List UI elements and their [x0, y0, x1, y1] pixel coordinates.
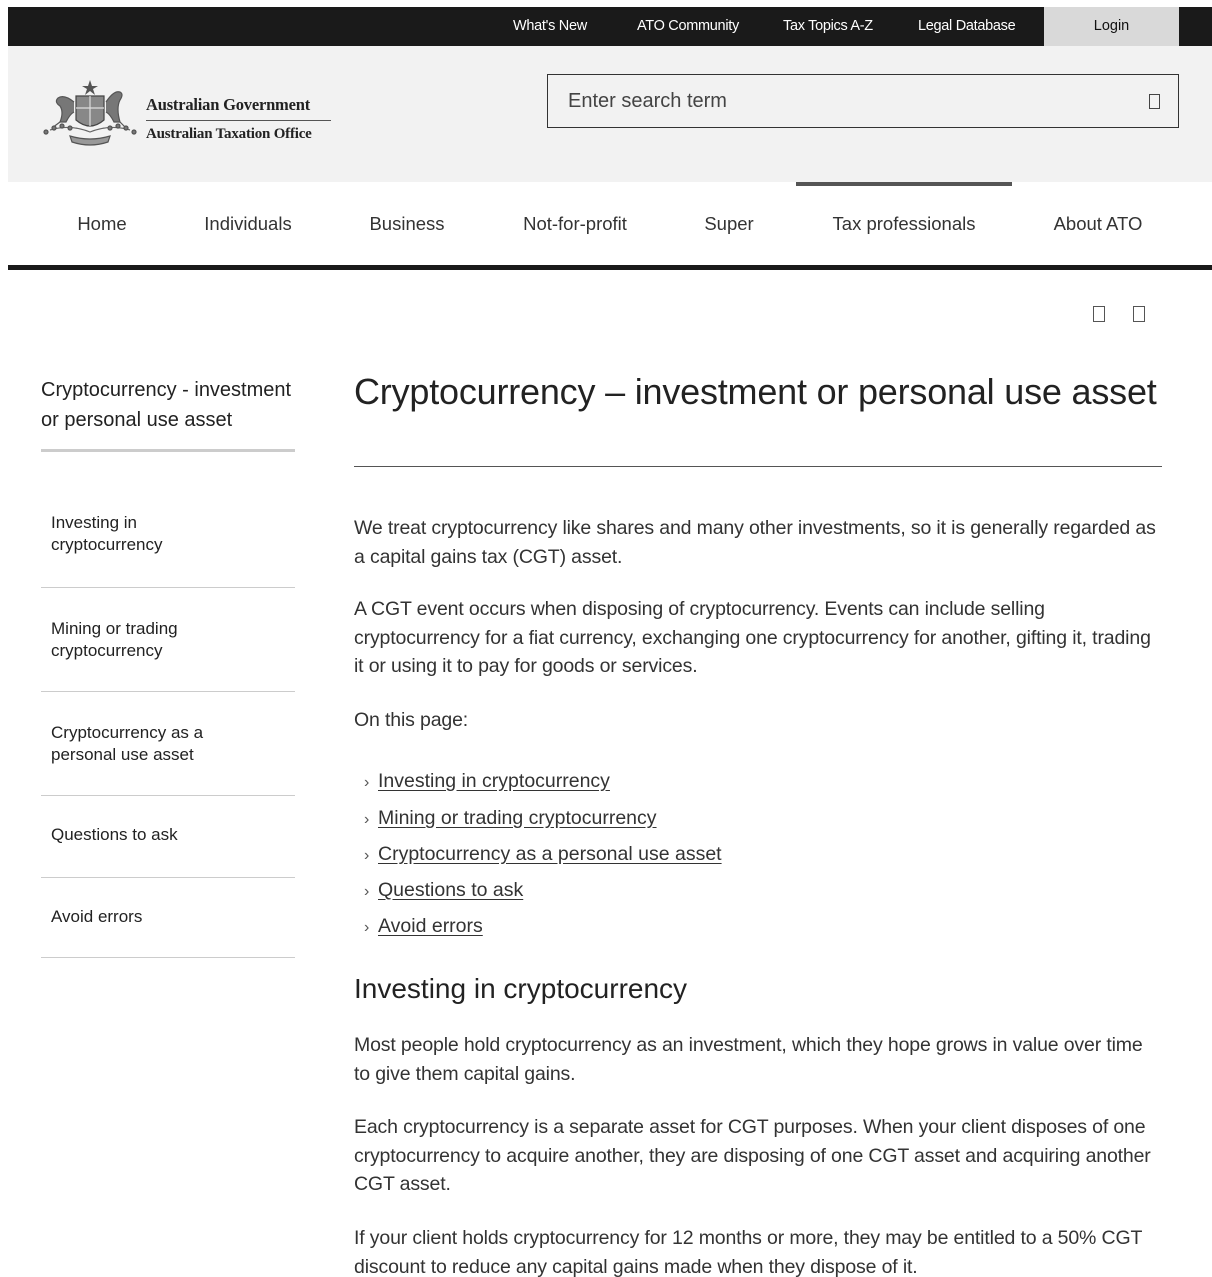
- toc-link-avoid-errors[interactable]: Avoid errors: [378, 915, 483, 937]
- nav-business[interactable]: Business: [350, 182, 464, 266]
- intro-paragraph-2: A CGT event occurs when disposing of cry…: [354, 598, 1151, 677]
- side-nav-item-label: Investing in cryptocurrency: [51, 513, 163, 554]
- nav-about-ato[interactable]: About ATO: [1036, 182, 1160, 266]
- toc-item: › Investing in cryptocurrency: [354, 766, 610, 796]
- section-paragraph-3: If your client holds cryptocurrency for …: [354, 1227, 1142, 1277]
- utility-bar: What's New ATO Community Tax Topics A-Z …: [8, 7, 1212, 46]
- toc-item: › Questions to ask: [354, 875, 523, 905]
- side-nav-item-questions[interactable]: Questions to ask: [41, 796, 295, 878]
- chevron-right-icon: ›: [364, 774, 370, 791]
- toc-link-mining[interactable]: Mining or trading cryptocurrency: [378, 807, 657, 829]
- nav-individuals[interactable]: Individuals: [186, 182, 310, 266]
- top-strip: [0, 0, 1212, 7]
- side-nav-title[interactable]: Cryptocurrency - investment or personal …: [41, 375, 295, 452]
- side-nav-item-label: Cryptocurrency as a personal use asset: [51, 723, 204, 764]
- title-divider: [354, 466, 1162, 467]
- page-title: Cryptocurrency – investment or personal …: [354, 371, 1157, 412]
- chevron-right-icon: ›: [364, 811, 370, 828]
- login-button[interactable]: Login: [1044, 7, 1179, 46]
- toc-item: › Avoid errors: [354, 911, 483, 941]
- section-paragraph-1: Most people hold cryptocurrency as an in…: [354, 1034, 1143, 1085]
- tax-topics-link[interactable]: Tax Topics A-Z: [783, 7, 873, 46]
- side-nav-item-label: Avoid errors: [51, 907, 143, 926]
- toc-link-personal-use[interactable]: Cryptocurrency as a personal use asset: [378, 843, 722, 865]
- search-input[interactable]: [568, 75, 1128, 127]
- logo-divider: [146, 120, 331, 121]
- nav-tax-professionals[interactable]: Tax professionals: [796, 182, 1012, 266]
- agency-name: Australian Taxation Office: [146, 126, 312, 142]
- chevron-right-icon: ›: [364, 919, 370, 936]
- side-nav-item-avoid-errors[interactable]: Avoid errors: [41, 878, 295, 958]
- side-nav-item-investing[interactable]: Investing in cryptocurrency: [41, 482, 295, 588]
- toc-link-investing[interactable]: Investing in cryptocurrency: [378, 770, 610, 792]
- ato-community-link[interactable]: ATO Community: [637, 7, 739, 46]
- ato-logo[interactable]: Australian Government Australian Taxatio…: [40, 76, 340, 156]
- side-nav-item-personal-use[interactable]: Cryptocurrency as a personal use asset: [41, 692, 295, 796]
- intro-paragraph-1: We treat cryptocurrency like shares and …: [354, 517, 1156, 568]
- whats-new-link[interactable]: What's New: [513, 7, 587, 46]
- section-paragraph-2: Each cryptocurrency is a separate asset …: [354, 1116, 1151, 1195]
- toc-item: › Cryptocurrency as a personal use asset: [354, 839, 722, 869]
- side-nav-item-label: Mining or trading cryptocurrency: [51, 619, 178, 660]
- side-nav-item-label: Questions to ask: [51, 825, 178, 844]
- side-nav-item-mining[interactable]: Mining or trading cryptocurrency: [41, 588, 295, 692]
- chevron-right-icon: ›: [364, 883, 370, 900]
- site-header: Australian Government Australian Taxatio…: [8, 46, 1212, 182]
- share-icon[interactable]: [1133, 306, 1145, 322]
- legal-database-link[interactable]: Legal Database: [918, 7, 1016, 46]
- side-nav: Cryptocurrency - investment or personal …: [41, 375, 295, 958]
- nav-super[interactable]: Super: [684, 182, 774, 266]
- toc-link-questions[interactable]: Questions to ask: [378, 879, 523, 901]
- nav-divider: [8, 265, 1212, 270]
- coat-of-arms-icon: [43, 80, 137, 146]
- toc-item: › Mining or trading cryptocurrency: [354, 803, 657, 833]
- nav-home[interactable]: Home: [54, 182, 150, 266]
- section-heading-investing: Investing in cryptocurrency: [354, 973, 688, 1004]
- search-box: [547, 74, 1179, 128]
- main-nav: Home Individuals Business Not-for-profit…: [8, 182, 1212, 266]
- print-icon[interactable]: [1093, 306, 1105, 322]
- government-name: Australian Government: [146, 95, 310, 114]
- nav-not-for-profit[interactable]: Not-for-profit: [507, 182, 643, 266]
- on-this-page-label: On this page:: [354, 709, 469, 731]
- search-icon[interactable]: [1149, 94, 1160, 109]
- chevron-right-icon: ›: [364, 847, 370, 864]
